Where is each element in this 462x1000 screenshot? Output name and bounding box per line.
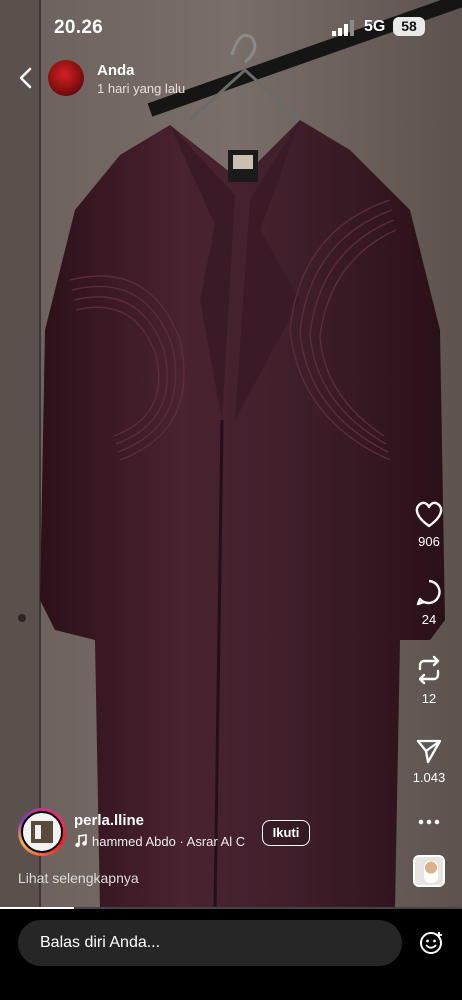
- author-avatar-inner: [21, 811, 63, 853]
- comment-icon: [416, 579, 441, 606]
- audio-track[interactable]: hammed Abdo · Asrar Al C: [92, 834, 252, 849]
- coat-image: [0, 0, 462, 910]
- author-avatar[interactable]: [18, 808, 66, 856]
- battery-indicator: 58: [393, 17, 425, 36]
- network-label: 5G: [364, 18, 386, 35]
- emoji-icon[interactable]: [419, 930, 445, 956]
- audio-thumbnail[interactable]: [413, 855, 445, 887]
- bottom-bar: Balas diri Anda...: [0, 909, 462, 1000]
- avatar[interactable]: [48, 60, 84, 96]
- post-time: 1 hari yang lalu: [97, 81, 186, 96]
- status-time: 20.26: [54, 17, 104, 38]
- status-bar: 20.26 5G 58: [0, 0, 462, 52]
- music-note-icon: [75, 834, 87, 848]
- like-button[interactable]: 906: [404, 500, 454, 549]
- share-count: 1.043: [412, 770, 446, 785]
- reply-input[interactable]: Balas diri Anda...: [18, 920, 402, 966]
- send-icon: [416, 739, 442, 764]
- author-username[interactable]: perla.lline: [74, 812, 144, 829]
- share-button[interactable]: 1.043: [404, 738, 454, 785]
- back-icon[interactable]: [16, 66, 36, 90]
- see-more-link[interactable]: Lihat selengkapnya: [18, 870, 139, 886]
- heart-icon: [415, 501, 443, 528]
- comment-count: 24: [421, 612, 437, 627]
- story-header: Anda 1 hari yang lalu: [0, 52, 462, 106]
- comment-button[interactable]: 24: [404, 578, 454, 627]
- more-icon[interactable]: [414, 812, 444, 832]
- repost-count: 12: [421, 691, 437, 706]
- like-count: 906: [418, 534, 440, 549]
- brand-logo-icon: [31, 821, 53, 843]
- signal-icon: [332, 20, 354, 36]
- audio-thumbnail-figure: [424, 861, 438, 883]
- repost-button[interactable]: 12: [404, 655, 454, 706]
- repost-icon: [418, 655, 440, 685]
- user-name[interactable]: Anda: [97, 62, 135, 79]
- follow-button[interactable]: Ikuti: [262, 820, 310, 846]
- post-photo: [0, 0, 462, 910]
